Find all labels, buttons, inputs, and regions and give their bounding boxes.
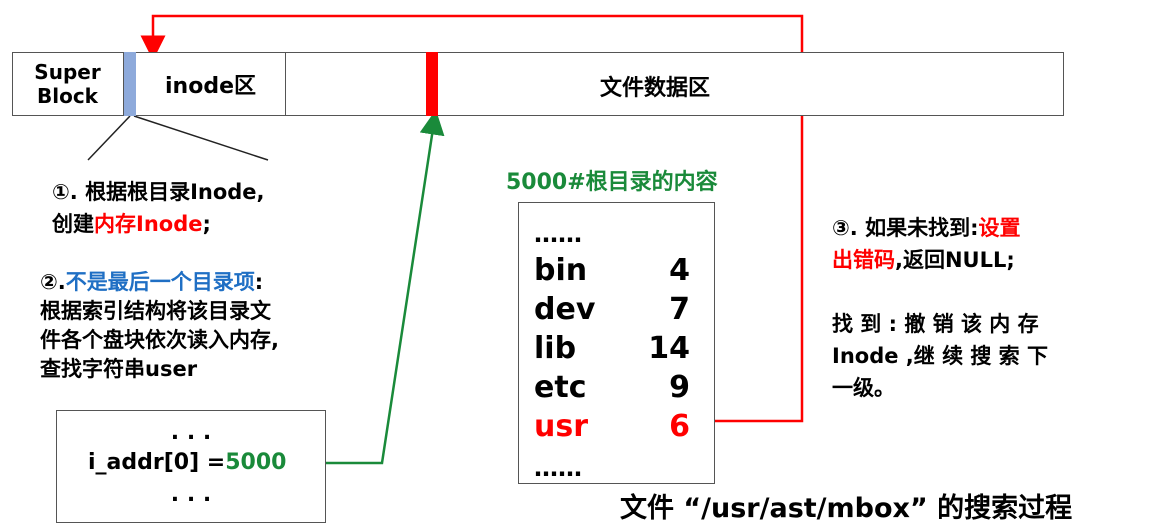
step3-not-found: ③. 如果未找到:	[832, 216, 979, 240]
dir-entry-inode-number: 4	[669, 253, 690, 288]
dir-entry-name: lib	[534, 331, 577, 366]
step3-error-code: 出错码	[832, 248, 895, 272]
step2-number: ②.	[40, 270, 66, 294]
inode-dots-top: . . .	[170, 420, 212, 445]
step1-memory-inode: 内存Inode	[94, 212, 203, 236]
inode-dots-bottom: . . .	[170, 482, 212, 507]
step2-line3: 查找字符串user	[40, 357, 198, 381]
superblock-cell: Super Block	[12, 52, 124, 116]
step3-return-null: ,返回NULL;	[895, 248, 1015, 272]
step3-line1: ③. 如果未找到:设置	[832, 212, 1048, 244]
root-inode-block	[124, 52, 136, 116]
step3-found-line1: 找 到 : 撤 销 该 内 存	[832, 312, 1039, 336]
step3-text: ③. 如果未找到:设置 出错码,返回NULL; 找 到 : 撤 销 该 内 存 …	[832, 212, 1048, 404]
dir-entry-inode-number: 7	[669, 292, 690, 327]
dir-entry-name: ……	[534, 220, 582, 248]
inode-area-cell: inode区	[136, 52, 286, 116]
dir-entry-name: etc	[534, 370, 587, 405]
inode-addr-label: i_addr[0] =	[88, 450, 226, 475]
diagram-caption: 文件 “/usr/ast/mbox” 的搜索过程	[620, 493, 1073, 524]
dir-entry-name: dev	[534, 292, 596, 327]
dir-entry-name: bin	[534, 253, 588, 288]
callout-line-left	[87, 115, 131, 161]
inode-addr-row: i_addr[0] =5000	[88, 450, 286, 475]
step3-line2: 出错码,返回NULL;	[832, 244, 1048, 276]
step1-line2-prefix: 创建	[52, 212, 94, 236]
step1-line2-suffix: ;	[202, 212, 211, 236]
callout-line-right	[133, 115, 269, 161]
step3-set: 设置	[978, 216, 1021, 240]
superblock-label: Super Block	[34, 60, 101, 108]
step1-line2: 创建内存Inode;	[52, 208, 265, 240]
step2-condition: 不是最后一个目录项	[65, 270, 255, 294]
step2-text: ②.不是最后一个目录项: 根据索引结构将该目录文 件各个盘块依次读入内存, 查找…	[40, 268, 279, 384]
inode-area-label: inode区	[165, 74, 256, 99]
dir-entry-name: ……	[534, 454, 582, 482]
dir-entry-name: usr	[534, 409, 589, 444]
dir-title: 5000#根目录的内容	[506, 170, 718, 195]
step1-line1: ①. 根据根目录Inode,	[52, 180, 265, 204]
dir-entry-inode-number: 9	[669, 370, 690, 405]
dir-entry-inode-number: 14	[648, 331, 690, 366]
green-pointer-arrow	[308, 109, 445, 465]
dir-entry-inode-number: 6	[669, 409, 690, 444]
step3-found-line3: 一级。	[832, 376, 895, 400]
step2-line2: 件各个盘块依次读入内存,	[40, 328, 279, 352]
inode-addr-value: 5000	[225, 450, 287, 475]
step2-colon: :	[254, 270, 264, 294]
step3-found-line2: Inode ,继 续 搜 索 下	[832, 344, 1048, 368]
step1-text: ①. 根据根目录Inode, 创建内存Inode;	[52, 176, 265, 240]
step2-line1: 根据索引结构将该目录文	[40, 299, 271, 323]
root-dir-data-block	[426, 52, 438, 116]
step2-title: ②.不是最后一个目录项:	[40, 268, 279, 297]
data-area-label: 文件数据区	[600, 76, 711, 101]
